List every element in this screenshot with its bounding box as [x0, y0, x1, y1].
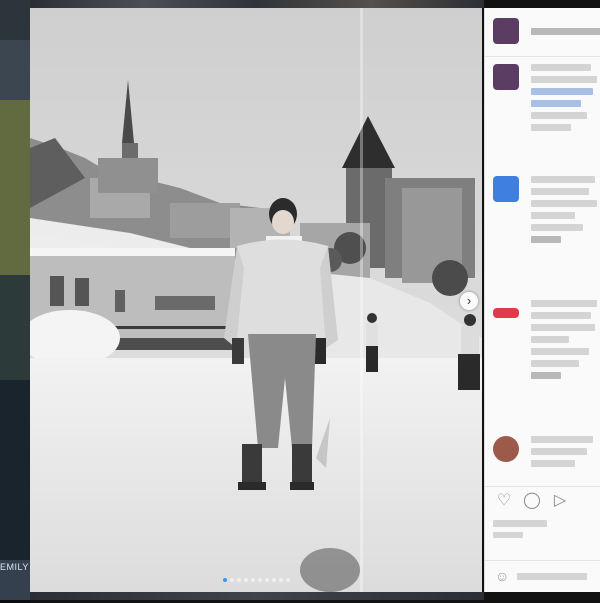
carousel-dot[interactable]: [229, 578, 234, 582]
commenter-avatar[interactable]: [493, 176, 519, 202]
feed-thumbnail: [0, 275, 30, 383]
comment-icon[interactable]: ◯: [523, 492, 541, 510]
carousel-dot[interactable]: [257, 578, 262, 582]
feed-thumbnail: [0, 0, 30, 43]
comment-divider: [485, 560, 600, 561]
carousel-dot[interactable]: [278, 578, 283, 582]
author-avatar[interactable]: [493, 18, 519, 44]
comment-text: [531, 300, 597, 384]
share-icon[interactable]: ▷: [551, 492, 569, 510]
carousel-dot[interactable]: [271, 578, 276, 582]
carousel-dot[interactable]: [243, 578, 248, 582]
post-timestamp: [493, 532, 523, 538]
comment-item: [493, 64, 597, 174]
feed-label: EMILY: [0, 562, 29, 572]
likes-count[interactable]: [493, 520, 547, 527]
carousel-dot[interactable]: [250, 578, 255, 582]
commenter-avatar[interactable]: [493, 64, 519, 90]
actions-divider: [485, 486, 600, 487]
carousel-indicator: [30, 578, 482, 582]
add-comment-bar[interactable]: ☺: [493, 566, 597, 588]
feed-bottom-strip: [30, 592, 484, 600]
carousel-dot[interactable]: [264, 578, 269, 582]
comment-text: [531, 64, 597, 136]
commenter-avatar[interactable]: [493, 308, 519, 318]
feed-thumbnail: [0, 100, 30, 278]
emoji-icon[interactable]: ☺: [495, 568, 509, 584]
post-photo[interactable]: ›: [30, 8, 482, 592]
author-username[interactable]: [531, 28, 600, 35]
carousel-dot[interactable]: [285, 578, 290, 582]
comment-item: [493, 176, 597, 286]
comment-item: [493, 300, 597, 430]
likes-summary: [493, 520, 597, 538]
feed-top-strip: [30, 0, 484, 8]
vintage-skating-photo: [30, 8, 482, 592]
comment-item: [493, 436, 597, 486]
background-feed: EMILY: [0, 0, 30, 603]
like-icon[interactable]: ♡: [495, 492, 513, 510]
carousel-dot[interactable]: [236, 578, 241, 582]
post-side-panel: ♡ ◯ ▷ ☺: [484, 8, 600, 592]
post-header: [493, 18, 600, 48]
post-actions: ♡ ◯ ▷: [495, 492, 569, 510]
comment-text: [531, 436, 597, 472]
header-divider: [485, 56, 600, 57]
feed-thumbnail: [0, 380, 30, 563]
next-slide-button[interactable]: ›: [460, 292, 478, 310]
comment-text: [531, 176, 597, 248]
feed-thumbnail: [0, 40, 30, 103]
add-comment-input[interactable]: [517, 573, 587, 580]
commenter-avatar[interactable]: [493, 436, 519, 462]
carousel-dot[interactable]: [222, 578, 227, 582]
